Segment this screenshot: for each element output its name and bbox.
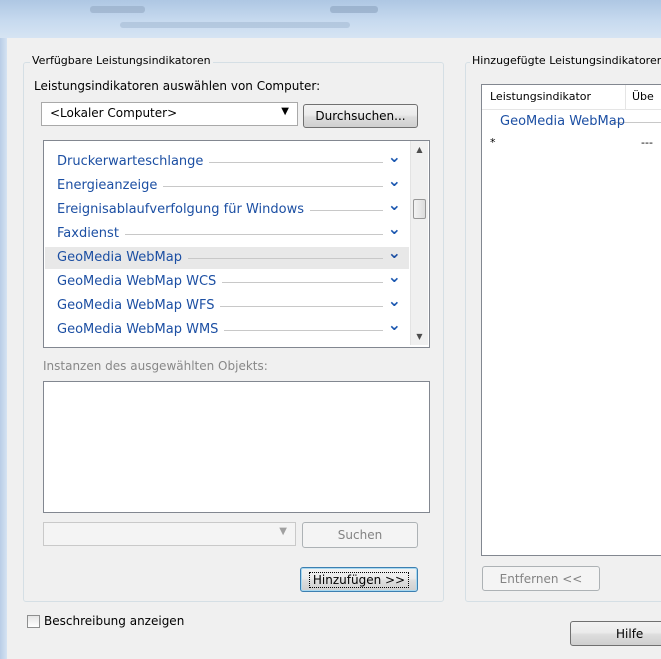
show-description-label[interactable]: Beschreibung anzeigen <box>44 614 184 628</box>
column-header-overview[interactable]: Übe <box>632 90 654 103</box>
table-header: Leistungsindikator Übe <box>482 85 661 110</box>
dropdown-arrow-icon[interactable]: ▼ <box>281 106 289 117</box>
window-titlebar[interactable] <box>0 0 661 38</box>
select-computer-label: Leistungsindikatoren auswählen von Compu… <box>34 79 321 93</box>
row-divider-line <box>220 306 383 307</box>
value-cell: --- <box>641 136 653 149</box>
computer-value: <Lokaler Computer> <box>50 106 178 120</box>
counter-label: Faxdienst <box>57 226 119 241</box>
counters-scrollbar[interactable]: ▲ ▼ <box>410 141 428 345</box>
table-row[interactable]: * --- <box>482 136 661 154</box>
added-counter-group-name: GeoMedia WebMap <box>500 114 625 129</box>
row-divider-line <box>224 330 383 331</box>
remove-button-label: Entfernen << <box>499 571 583 586</box>
column-divider[interactable] <box>625 85 626 109</box>
counter-label: GeoMedia WebMap WMS <box>57 322 219 337</box>
instances-listbox[interactable] <box>43 381 430 513</box>
scroll-down-icon[interactable]: ▼ <box>411 328 428 345</box>
counter-label: GeoMedia WebMap <box>57 250 182 265</box>
added-counters-title: Hinzugefügte Leistungsindikatoren <box>470 54 661 67</box>
instances-label: Instanzen des ausgewählten Objekts: <box>43 359 268 373</box>
counters-listbox[interactable]: Druckerwarteschlange ⌄ Energieanzeige ⌄ Erei… <box>43 140 430 348</box>
instance-cell: * <box>490 136 496 149</box>
available-counters-title: Verfügbare Leistungsindikatoren <box>30 54 213 67</box>
table-row[interactable]: GeoMedia WebMap <box>482 112 661 132</box>
computer-combobox[interactable]: <Lokaler Computer> ▼ <box>41 102 298 126</box>
row-divider-line <box>125 234 383 235</box>
chevron-down-icon[interactable]: ⌄ <box>388 147 401 166</box>
remove-button[interactable]: Entfernen << <box>482 566 600 591</box>
row-divider-line <box>310 210 383 211</box>
help-button[interactable]: Hilfe <box>570 621 661 646</box>
counter-label: Energieanzeige <box>57 178 158 193</box>
added-counters-table[interactable]: Leistungsindikator Übe GeoMedia WebMap *… <box>481 84 661 556</box>
help-button-label: Hilfe <box>616 626 644 641</box>
dropdown-arrow-icon[interactable]: ▼ <box>279 526 287 537</box>
chevron-down-icon[interactable]: ⌄ <box>388 315 401 334</box>
list-item[interactable]: Druckerwarteschlange ⌄ <box>45 147 409 173</box>
list-item[interactable]: Ereignisablaufverfolgung für Windows ⌄ <box>45 195 409 221</box>
counter-label: Ereignisablaufverfolgung für Windows <box>57 202 304 217</box>
scroll-thumb[interactable] <box>413 199 426 219</box>
row-divider-line <box>188 258 383 259</box>
list-item[interactable]: Faxdienst ⌄ <box>45 219 409 245</box>
chevron-down-icon[interactable]: ⌄ <box>388 219 401 238</box>
chevron-down-icon[interactable]: ⌄ <box>388 291 401 310</box>
list-item[interactable]: GeoMedia WebMap WFS ⌄ <box>45 291 409 317</box>
add-button-label: Hinzufügen >> <box>308 571 410 588</box>
list-item[interactable]: Energieanzeige ⌄ <box>45 171 409 197</box>
counter-label: GeoMedia WebMap WFS <box>57 298 215 313</box>
browse-button[interactable]: Durchsuchen... <box>303 104 418 128</box>
chevron-down-icon[interactable]: ⌄ <box>388 171 401 190</box>
titlebar-blurred-text <box>120 22 350 28</box>
list-item[interactable]: GeoMedia WebMap ⌄ <box>45 243 409 269</box>
column-header-counter[interactable]: Leistungsindikator <box>490 90 591 103</box>
search-button[interactable]: Suchen <box>302 522 418 548</box>
titlebar-blurred-text <box>330 6 378 13</box>
chevron-down-icon[interactable]: ⌄ <box>388 195 401 214</box>
browse-button-label: Durchsuchen... <box>315 109 406 123</box>
scroll-up-icon[interactable]: ▲ <box>411 141 428 158</box>
list-item[interactable]: GeoMedia WebMap WCS ⌄ <box>45 267 409 293</box>
counter-label: Druckerwarteschlange <box>57 154 204 169</box>
search-button-label: Suchen <box>337 528 383 542</box>
show-description-checkbox[interactable] <box>27 615 40 628</box>
list-item[interactable]: GeoMedia WebMap WMS ⌄ <box>45 315 409 341</box>
chevron-down-icon[interactable]: ⌄ <box>388 267 401 286</box>
titlebar-blurred-text <box>90 6 145 13</box>
counter-label: GeoMedia WebMap WCS <box>57 274 217 289</box>
chevron-down-icon[interactable]: ⌄ <box>388 243 401 262</box>
add-button[interactable]: Hinzufügen >> <box>300 567 418 592</box>
search-combobox[interactable]: ▼ <box>43 522 296 546</box>
window-border <box>0 38 7 659</box>
row-divider-line <box>163 186 383 187</box>
row-divider-line <box>209 162 383 163</box>
row-divider-line <box>222 282 383 283</box>
